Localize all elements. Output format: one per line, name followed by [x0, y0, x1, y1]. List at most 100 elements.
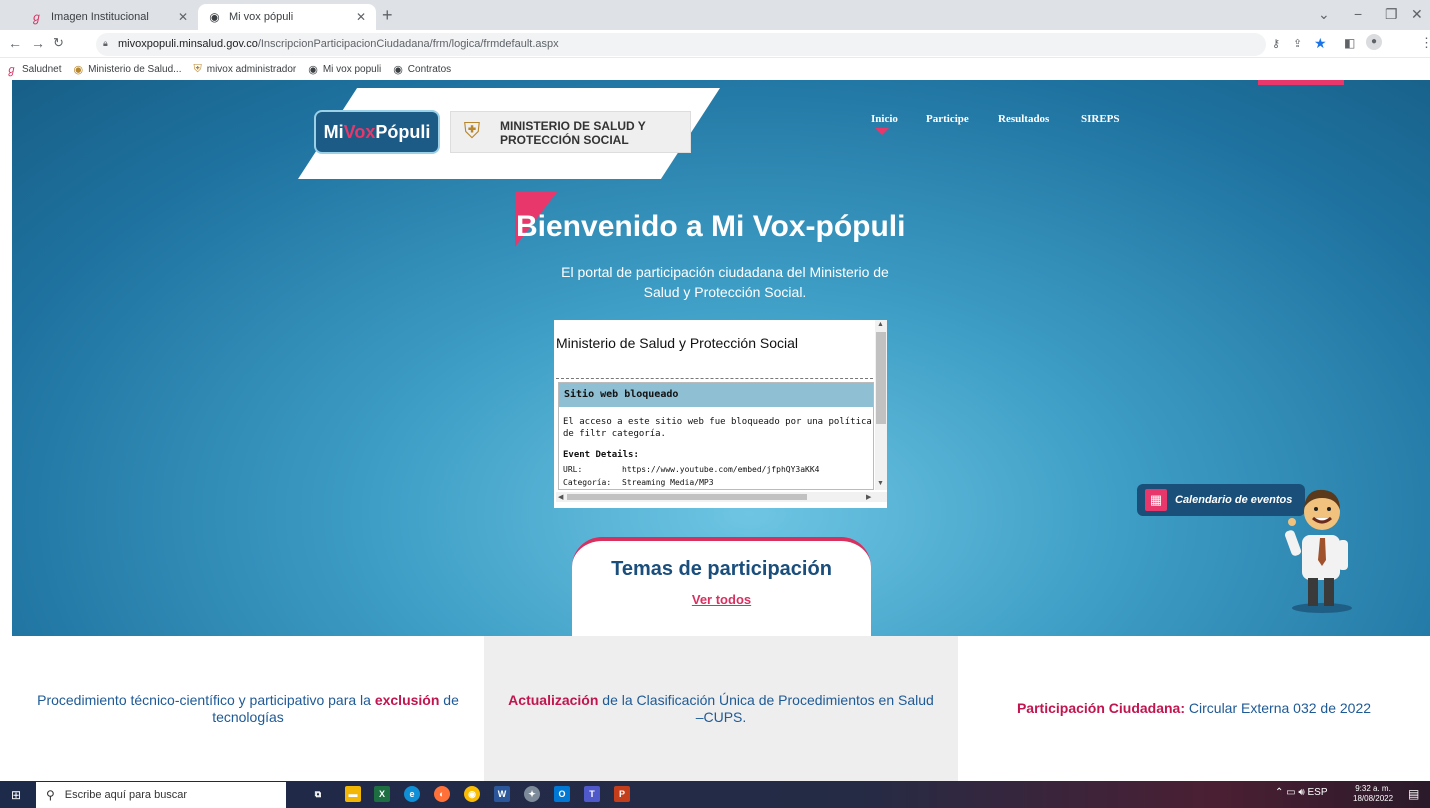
bookmark-ministerio[interactable]: ◉ Ministerio de Salud...: [73, 63, 181, 76]
scroll-up-icon[interactable]: ▲: [877, 321, 884, 328]
language-indicator[interactable]: ESP: [1308, 787, 1328, 798]
event-details-label: Event Details:: [563, 450, 639, 460]
excel-icon[interactable]: X: [374, 786, 390, 802]
saludnet-icon: ℊ: [6, 64, 17, 76]
chrome-icon[interactable]: ◉: [464, 786, 480, 802]
nav-inicio[interactable]: Inicio: [871, 113, 898, 125]
footer-highlight: Participación Ciudadana:: [1016, 700, 1186, 716]
bookmark-label: Ministerio de Salud...: [88, 63, 182, 75]
outlook-icon[interactable]: O: [554, 786, 570, 802]
calendar-icon: ▦: [1145, 489, 1167, 511]
ministry-name: MINISTERIO DE SALUD Y PROTECCIÓN SOCIAL: [500, 119, 646, 147]
temas-title: Temas de participación: [611, 558, 832, 580]
logo-populi: Pópuli: [375, 121, 431, 142]
close-window-button[interactable]: ✕: [1411, 6, 1423, 23]
saludnet-icon: ℊ: [30, 9, 43, 24]
blocked-message: El acceso a este sitio web fue bloqueado…: [563, 417, 872, 439]
back-button[interactable]: ←: [8, 35, 22, 51]
scroll-down-icon[interactable]: ▼: [877, 480, 884, 487]
search-icon: ⚲: [46, 788, 55, 802]
clock[interactable]: 9:32 a. m. 18/08/2022: [1353, 784, 1393, 804]
bookmark-saludnet[interactable]: ℊ Saludnet: [6, 61, 61, 77]
bookmark-label: Contratos: [407, 63, 452, 75]
tab-imagen-institucional[interactable]: ℊ Imagen Institucional ✕: [20, 4, 198, 30]
footer-item-exclusion[interactable]: Procedimiento técnico-científico y parti…: [12, 636, 484, 781]
footer-text-part: de la Clasificación Única de Procedimien…: [598, 691, 934, 725]
chevron-up-icon[interactable]: ⌃: [1275, 787, 1283, 798]
bookmark-mi-vox-populi[interactable]: ◉ Mi vox populi: [308, 63, 381, 76]
mascot-illustration: [1284, 489, 1352, 613]
minimize-button[interactable]: −: [1354, 6, 1362, 22]
windows-start-icon[interactable]: ⊞: [11, 788, 21, 802]
teams-icon[interactable]: T: [584, 786, 600, 802]
embed-org-name: Ministerio de Salud y Protección Social: [556, 335, 799, 351]
tab-search-icon[interactable]: ⌄: [1318, 6, 1330, 23]
vertical-scroll-thumb[interactable]: [876, 332, 886, 424]
restore-button[interactable]: ❐: [1385, 6, 1398, 23]
footer-text-part: Procedimiento técnico-científico y parti…: [37, 691, 375, 708]
globe-icon: ◉: [308, 63, 318, 76]
footer-item-participacion[interactable]: Participación Ciudadana: Circular Extern…: [958, 636, 1430, 781]
share-icon[interactable]: ⇪: [1293, 37, 1302, 50]
bookmark-contratos[interactable]: ◉ Contratos: [393, 63, 451, 76]
firefox-icon[interactable]: ◐: [434, 786, 450, 802]
scroll-left-icon[interactable]: ◀: [558, 493, 563, 501]
system-tray[interactable]: ⌃ ▭ 🔊︎ ESP: [1275, 787, 1328, 798]
footer-text: Procedimiento técnico-científico y parti…: [32, 692, 464, 726]
accent-bar: [1258, 80, 1344, 85]
page-subtitle: El portal de participación ciudadana del…: [561, 264, 889, 300]
footer-text: Participación Ciudadana: Circular Extern…: [1017, 700, 1371, 717]
globe-icon: ◉: [393, 63, 403, 76]
network-icon[interactable]: ▭: [1286, 787, 1295, 798]
horizontal-scroll-thumb[interactable]: [567, 494, 807, 500]
nav-sireps[interactable]: SIREPS: [1081, 113, 1120, 125]
temas-card: [572, 537, 871, 636]
notifications-icon[interactable]: ▤: [1408, 787, 1419, 801]
close-tab-icon[interactable]: ✕: [178, 10, 188, 24]
category-value: Streaming Media/MP3: [622, 478, 714, 487]
blocked-url: https://www.youtube.com/embed/jfphQY3aKK…: [622, 465, 820, 474]
bookmark-label: Mi vox populi: [322, 63, 382, 75]
bookmark-label: Saludnet: [22, 63, 62, 75]
ministry-icon: ◉: [73, 63, 84, 76]
network-app-icon[interactable]: ✦: [524, 786, 540, 802]
tab-title: Imagen Institucional: [51, 11, 149, 23]
url-label: URL:: [563, 465, 583, 474]
footer-item-cups[interactable]: Actualización de la Clasificación Única …: [484, 636, 958, 781]
mivoxpopuli-logo[interactable]: Mi Vox Pópuli: [316, 112, 438, 152]
star-icon[interactable]: ★: [1314, 35, 1327, 52]
search-placeholder: Escribe aquí para buscar: [64, 789, 188, 801]
taskbar-search[interactable]: ⚲ Escribe aquí para buscar: [36, 782, 286, 808]
footer-highlight: Actualización: [508, 691, 599, 708]
word-icon[interactable]: W: [494, 786, 510, 802]
nav-resultados[interactable]: Resultados: [998, 113, 1049, 125]
footer-text-part: Circular Externa 032 de 2022: [1185, 700, 1372, 716]
file-explorer-icon[interactable]: ▬: [345, 786, 361, 802]
new-tab-button[interactable]: +: [382, 5, 393, 26]
shield-icon: ⛨: [193, 62, 202, 75]
key-icon[interactable]: ⚷: [1272, 37, 1280, 50]
volume-icon[interactable]: 🔊︎: [1298, 787, 1304, 798]
task-view-icon[interactable]: ⧉: [310, 786, 326, 802]
sidepanel-icon[interactable]: ◧: [1344, 36, 1355, 50]
clock-time: 9:32 a. m.: [1355, 784, 1391, 793]
close-tab-icon[interactable]: ✕: [356, 10, 366, 24]
menu-icon[interactable]: ⋮: [1420, 35, 1430, 51]
bookmark-mivox-admin[interactable]: ⛨ mivox administrador: [193, 63, 296, 76]
scroll-right-icon[interactable]: ▶: [866, 493, 871, 501]
footer-highlight: exclusión: [374, 691, 440, 708]
edge-icon[interactable]: e: [404, 786, 420, 802]
url-host: mivoxpopuli.minsalud.gov.co: [118, 38, 258, 50]
reload-button[interactable]: ↻: [53, 35, 64, 51]
ver-todos-link[interactable]: Ver todos: [572, 592, 871, 607]
forward-button[interactable]: →: [31, 35, 45, 51]
nav-participe[interactable]: Participe: [926, 113, 969, 125]
profile-avatar[interactable]: ●: [1366, 34, 1382, 50]
powerpoint-icon[interactable]: P: [614, 786, 630, 802]
bookmarks-bar: ℊ Saludnet ◉ Ministerio de Salud... ⛨ mivox…: [0, 58, 1430, 80]
clock-date: 18/08/2022: [1353, 794, 1394, 803]
globe-icon: ◉: [209, 9, 220, 24]
url-text[interactable]: mivoxpopuli.minsalud.gov.co/InscripcionP…: [118, 38, 559, 50]
tab-mi-vox-populi[interactable]: ◉ Mi vox pópuli ✕: [198, 4, 376, 30]
tab-title: Mi vox pópuli: [229, 11, 294, 23]
